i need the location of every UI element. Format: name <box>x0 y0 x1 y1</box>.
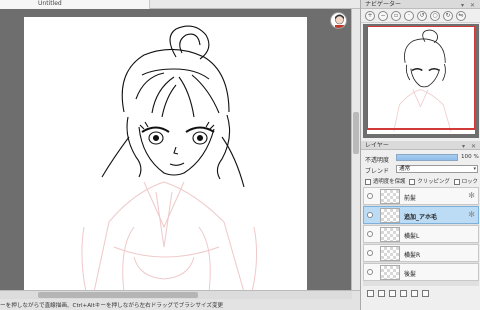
layer-menu-icon[interactable] <box>411 289 418 297</box>
checkbox-icon <box>409 178 416 185</box>
new-folder-icon[interactable] <box>378 289 385 297</box>
rotate-right-icon[interactable]: ↻ <box>443 10 453 21</box>
layer-thumbnail <box>380 227 400 242</box>
zoom-out-icon[interactable]: − <box>378 10 388 21</box>
lock-checkbox[interactable]: ロック <box>453 177 478 185</box>
layer-name: 横髪R <box>404 252 421 259</box>
canvas-horizontal-scrollbar[interactable] <box>0 291 352 299</box>
opacity-value: 100 % <box>461 154 479 160</box>
layer-thumbnail <box>380 246 400 261</box>
rotate-left-icon[interactable]: ↺ <box>417 10 427 21</box>
layers-header: レイヤー ▾ ✕ <box>361 141 480 150</box>
visibility-eye-icon[interactable] <box>367 269 373 275</box>
preserve-alpha-checkbox[interactable]: 透明度を保護 <box>365 177 405 185</box>
blend-mode-value: 通常 <box>399 166 411 172</box>
layers-panel-controls[interactable]: ▾ ✕ <box>462 142 478 151</box>
line-art-drawing <box>81 25 258 293</box>
canvas-area[interactable] <box>0 9 360 297</box>
layer-thumbnail <box>380 189 400 204</box>
layer-item[interactable]: 後髪 <box>363 263 479 281</box>
navigator-preview[interactable] <box>363 24 479 138</box>
duplicate-layer-icon[interactable] <box>389 289 396 297</box>
layer-name: 前髪 <box>404 195 417 202</box>
checkbox-icon <box>365 178 371 185</box>
zoom-in-icon[interactable]: + <box>365 10 375 21</box>
zoom-fit-icon[interactable]: ▫ <box>391 10 401 21</box>
visibility-eye-icon[interactable] <box>367 212 373 218</box>
clipping-label: クリッピング <box>417 179 450 185</box>
vertical-scroll-thumb[interactable] <box>353 112 359 154</box>
opacity-label: 不透明度 <box>365 157 390 164</box>
new-layer-icon[interactable] <box>367 289 374 297</box>
checkbox-icon <box>453 178 460 185</box>
flip-icon[interactable]: ⇋ <box>456 10 466 21</box>
document-tab-title: Untitled <box>38 0 62 7</box>
blend-label: ブレンド <box>365 168 390 175</box>
panel-controls[interactable]: ▾ ✕ <box>461 1 477 10</box>
user-avatar[interactable] <box>330 12 347 29</box>
gear-icon[interactable]: ✻ <box>468 210 475 219</box>
layer-options: 透明度を保護 クリッピング ロック <box>365 177 478 185</box>
status-bar: ーを押しながらで直線描画、Ctrl+Altキーを押しながら左右ドラッグでブラシサ… <box>0 290 360 310</box>
visibility-eye-icon[interactable] <box>367 193 373 199</box>
gear-icon[interactable]: ✻ <box>468 191 475 200</box>
opacity-slider[interactable] <box>396 154 458 161</box>
layer-list: 前髪 ✻ 追加_アホ毛 ✻ 横髪L 横髪R 後髪 <box>363 187 479 286</box>
canvas-vertical-scrollbar[interactable] <box>351 9 360 290</box>
layer-item[interactable]: 前髪 ✻ <box>363 187 479 205</box>
layer-item[interactable]: 横髪R <box>363 244 479 262</box>
horizontal-scroll-thumb[interactable] <box>38 292 198 298</box>
visibility-eye-icon[interactable] <box>367 231 373 237</box>
app-window: Untitled ーを押しながらで直線描画、Ctrl+Altキーを押しながら左右… <box>0 0 480 310</box>
layers-title: レイヤー <box>365 142 389 149</box>
layer-name: 後髪 <box>404 271 417 278</box>
navigator-toolbar: + − ▫ · ↺ ○ ↻ ⇋ <box>361 9 480 23</box>
navigator-view-frame[interactable] <box>367 26 475 130</box>
preserve-alpha-label: 透明度を保護 <box>373 179 406 185</box>
layer-item-selected[interactable]: 追加_アホ毛 ✻ <box>363 206 479 224</box>
status-hint-text: ーを押しながらで直線描画、Ctrl+Altキーを押しながら左右ドラッグでブラシサ… <box>0 303 224 309</box>
chevron-down-icon: ▾ <box>473 166 476 172</box>
navigator-title: ナビゲーター <box>365 1 402 8</box>
delete-layer-icon[interactable] <box>422 289 429 297</box>
layer-thumbnail <box>380 208 400 223</box>
zoom-reset-icon[interactable]: · <box>404 10 414 21</box>
right-panel: ナビゲーター ▾ ✕ + − ▫ · ↺ ○ ↻ ⇋ レイヤー ▾ ✕ 不透明度… <box>360 0 480 310</box>
avatar-icon <box>335 14 344 28</box>
layer-thumbnail <box>380 265 400 280</box>
lock-label: ロック <box>461 179 478 185</box>
visibility-eye-icon[interactable] <box>367 250 373 256</box>
document-tab-bar: Untitled <box>0 0 360 9</box>
document-tab[interactable]: Untitled <box>0 0 150 9</box>
layer-actions-bar <box>361 288 480 298</box>
blend-mode-select[interactable]: 通常 ▾ <box>396 165 478 173</box>
rotate-reset-icon[interactable]: ○ <box>430 10 440 21</box>
merge-down-icon[interactable] <box>400 289 407 297</box>
navigator-header: ナビゲーター ▾ ✕ <box>361 0 480 9</box>
layer-name: 横髪L <box>404 233 420 240</box>
drawing-canvas[interactable] <box>24 17 307 297</box>
clipping-checkbox[interactable]: クリッピング <box>409 177 450 185</box>
layer-name: 追加_アホ毛 <box>404 214 438 221</box>
layer-item[interactable]: 横髪L <box>363 225 479 243</box>
